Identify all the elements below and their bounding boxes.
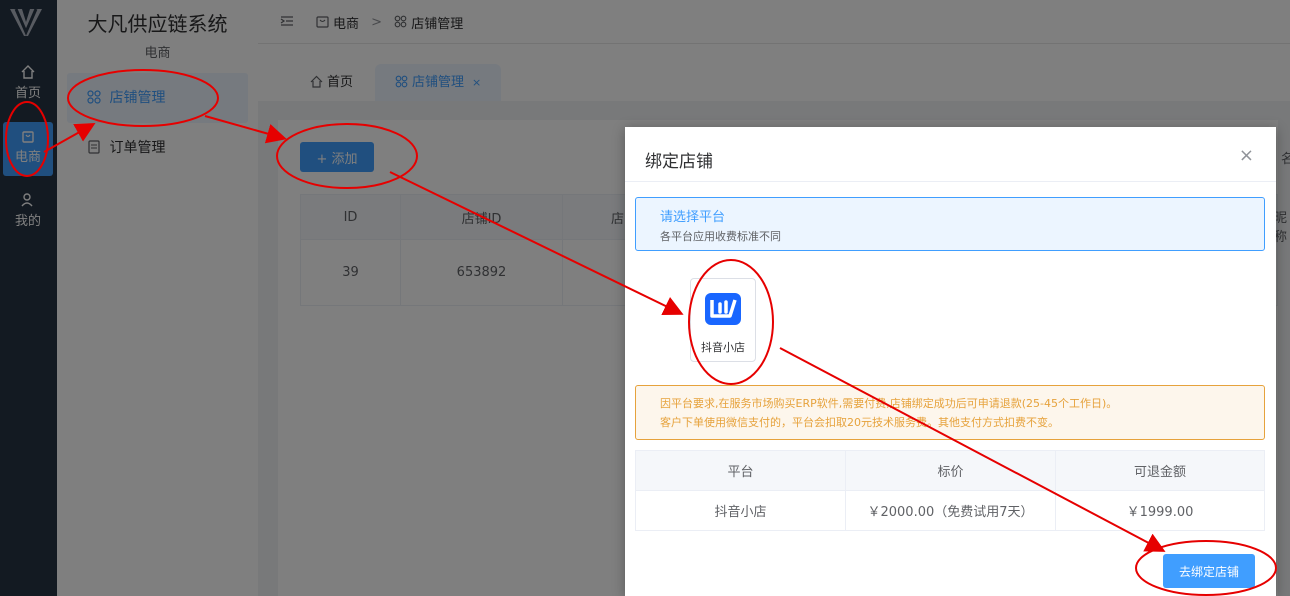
price-table: 平台 标价 可退金额 抖音小店 ￥2000.00（免费试用7天） ￥1999.0…: [635, 450, 1265, 531]
warning-line: 客户下单使用微信支付的，平台会扣取20元技术服务费。其他支付方式扣费不变。: [660, 416, 1059, 429]
table-header: 平台: [635, 450, 846, 491]
table-header: 可退金额: [1055, 450, 1265, 491]
platform-label: 抖音小店: [701, 341, 745, 354]
dialog-divider: [625, 181, 1276, 182]
info-title: 请选择平台: [660, 210, 726, 225]
close-icon[interactable]: ×: [1239, 145, 1254, 166]
table-cell: ￥1999.00: [1055, 490, 1265, 531]
platform-option-douyin[interactable]: 抖音小店: [690, 278, 756, 362]
douyin-shop-logo-icon: [705, 293, 741, 325]
platform-info-alert: 请选择平台 各平台应用收费标准不同: [635, 197, 1265, 251]
warning-line: 因平台要求,在服务市场购买ERP软件,需要付费,店铺绑定成功后可申请退款(25-…: [660, 397, 1118, 410]
table-header: 标价: [845, 450, 1056, 491]
bind-store-dialog: 绑定店铺 × 请选择平台 各平台应用收费标准不同 抖音小店 因平台要求,在服务市…: [625, 127, 1276, 596]
bind-store-button[interactable]: 去绑定店铺: [1163, 554, 1255, 588]
table-row: 抖音小店 ￥2000.00（免费试用7天） ￥1999.00: [635, 490, 1265, 531]
table-cell: 抖音小店: [635, 490, 846, 531]
dialog-title: 绑定店铺: [645, 152, 713, 172]
table-cell: ￥2000.00（免费试用7天）: [845, 490, 1056, 531]
info-description: 各平台应用收费标准不同: [660, 230, 781, 243]
fee-warning-alert: 因平台要求,在服务市场购买ERP软件,需要付费,店铺绑定成功后可申请退款(25-…: [635, 385, 1265, 440]
